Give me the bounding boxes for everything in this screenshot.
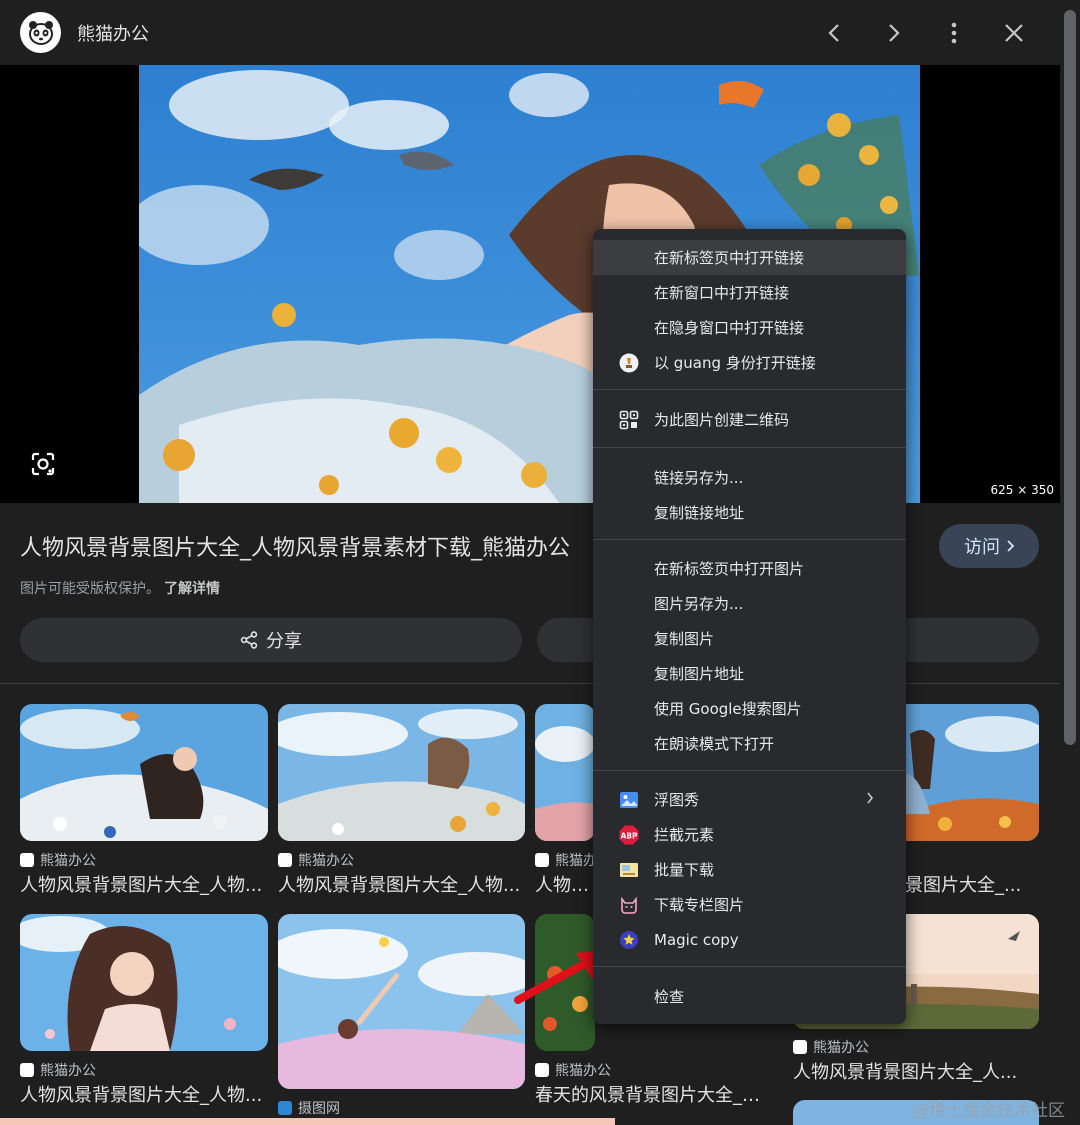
- menu-item-block-element[interactable]: ABP 拦截元素: [593, 817, 906, 852]
- menu-item-magic-copy[interactable]: Magic copy: [593, 922, 906, 957]
- menu-item-open-link-new-tab[interactable]: 在新标签页中打开链接: [593, 240, 906, 275]
- share-icon: [240, 631, 258, 649]
- thumbnail-source[interactable]: 熊猫办公: [793, 1037, 869, 1057]
- panda-favicon-icon: [535, 1063, 549, 1077]
- submenu-chevron-icon: [867, 792, 874, 804]
- qr-code-icon: [619, 410, 639, 430]
- thumbnail-source[interactable]: 熊猫办: [535, 850, 597, 870]
- panda-favicon-icon: [20, 1063, 34, 1077]
- menu-item-futuxiu[interactable]: 浮图秀: [593, 782, 906, 817]
- copyright-text: 图片可能受版权保护。: [20, 581, 160, 597]
- site-name[interactable]: 熊猫办公: [77, 20, 149, 46]
- site-logo-panda-icon[interactable]: [20, 12, 61, 53]
- panda-favicon-icon: [793, 1040, 807, 1054]
- thumbnail-source[interactable]: 熊猫办公: [278, 850, 354, 870]
- menu-item-search-image-google[interactable]: 使用 Google搜索图片: [593, 691, 906, 726]
- result-thumbnail[interactable]: [278, 914, 525, 1089]
- thumbnail-caption[interactable]: 人物风景: [535, 871, 595, 897]
- image-dimensions: 625 × 350: [990, 483, 1055, 497]
- thumbnail-source[interactable]: 熊猫办公: [535, 1060, 611, 1080]
- menu-item-copy-link-address[interactable]: 复制链接地址: [593, 495, 906, 530]
- menu-item-create-qr-code[interactable]: 为此图片创建二维码: [593, 402, 906, 437]
- menu-item-open-link-as-profile[interactable]: 以 guang 身份打开链接: [593, 345, 906, 380]
- menu-item-copy-image-address[interactable]: 复制图片地址: [593, 656, 906, 691]
- profile-avatar-icon: [619, 353, 639, 373]
- thumbnail-caption[interactable]: 人物风景背景图片大全_人物...: [20, 1081, 268, 1107]
- menu-item-download-column-images[interactable]: 下载专栏图片: [593, 887, 906, 922]
- menu-separator: [593, 966, 906, 967]
- menu-item-inspect[interactable]: 检查: [593, 979, 906, 1014]
- watermark: @稀土掘金技术社区: [912, 1101, 1065, 1121]
- viewer-header: 熊猫办公: [0, 0, 1060, 65]
- menu-separator: [593, 539, 906, 540]
- result-thumbnail[interactable]: [20, 914, 268, 1051]
- sheyingwang-favicon-icon: [278, 1101, 292, 1115]
- thumbnail-caption[interactable]: 景图片大全_...: [905, 871, 1039, 897]
- share-button[interactable]: 分享: [20, 618, 522, 662]
- scrollbar-thumb[interactable]: [1064, 10, 1076, 745]
- result-thumbnail[interactable]: [535, 704, 595, 841]
- next-icon[interactable]: [877, 16, 911, 50]
- magic-copy-icon: [619, 930, 639, 950]
- menu-item-open-reading-mode[interactable]: 在朗读模式下打开: [593, 726, 906, 761]
- menu-item-open-image-new-tab[interactable]: 在新标签页中打开图片: [593, 551, 906, 586]
- result-thumbnail[interactable]: [20, 704, 268, 841]
- thumbnail-caption[interactable]: 人物风景背景图片大全_人...: [793, 1058, 1039, 1084]
- svg-text:ABP: ABP: [620, 832, 638, 841]
- thumbnail-source[interactable]: 熊猫办公: [20, 850, 96, 870]
- menu-separator: [593, 389, 906, 390]
- panda-favicon-icon: [535, 853, 549, 867]
- panda-favicon-icon: [278, 853, 292, 867]
- panda-favicon-icon: [20, 853, 34, 867]
- menu-item-open-link-new-window[interactable]: 在新窗口中打开链接: [593, 275, 906, 310]
- menu-separator: [593, 447, 906, 448]
- batch-download-icon: [619, 860, 639, 880]
- menu-item-batch-download[interactable]: 批量下载: [593, 852, 906, 887]
- more-options-icon[interactable]: [937, 16, 971, 50]
- learn-more-link[interactable]: 了解详情: [164, 581, 220, 597]
- scrollbar[interactable]: [1060, 0, 1080, 1125]
- cat-extension-icon: [619, 895, 639, 915]
- previous-icon[interactable]: [817, 16, 851, 50]
- bottom-progress-bar: [0, 1118, 615, 1125]
- share-label: 分享: [266, 631, 302, 652]
- visit-label: 访问: [964, 537, 1000, 558]
- thumbnail-source[interactable]: 摄图网: [278, 1098, 340, 1118]
- close-icon[interactable]: [997, 16, 1031, 50]
- menu-item-open-link-incognito[interactable]: 在隐身窗口中打开链接: [593, 310, 906, 345]
- menu-item-save-link-as[interactable]: 链接另存为...: [593, 460, 906, 495]
- menu-separator: [593, 770, 906, 771]
- visit-button[interactable]: 访问: [939, 524, 1039, 568]
- result-title[interactable]: 人物风景背景图片大全_人物风景背景素材下载_熊猫办公: [20, 530, 570, 562]
- menu-item-copy-image[interactable]: 复制图片: [593, 621, 906, 656]
- thumbnail-source[interactable]: 熊猫办公: [20, 1060, 96, 1080]
- thumbnail-caption[interactable]: 人物风景背景图片大全_人物...: [278, 871, 525, 897]
- context-menu: 在新标签页中打开链接 在新窗口中打开链接 在隐身窗口中打开链接 以 guang …: [593, 229, 906, 1024]
- adblock-plus-icon: ABP: [619, 825, 639, 845]
- chevron-right-icon: [1007, 540, 1014, 552]
- thumbnail-caption[interactable]: 春天的风景背景图片大全_春...: [535, 1081, 775, 1107]
- menu-item-save-image-as[interactable]: 图片另存为...: [593, 586, 906, 621]
- thumbnail-caption[interactable]: 人物风景背景图片大全_人物...: [20, 871, 268, 897]
- result-thumbnail[interactable]: [278, 704, 525, 841]
- copyright-notice: 图片可能受版权保护。 了解详情: [20, 578, 220, 598]
- result-thumbnail[interactable]: [905, 704, 1039, 841]
- google-lens-icon[interactable]: [22, 443, 64, 485]
- image-viewer-extension-icon: [619, 790, 639, 810]
